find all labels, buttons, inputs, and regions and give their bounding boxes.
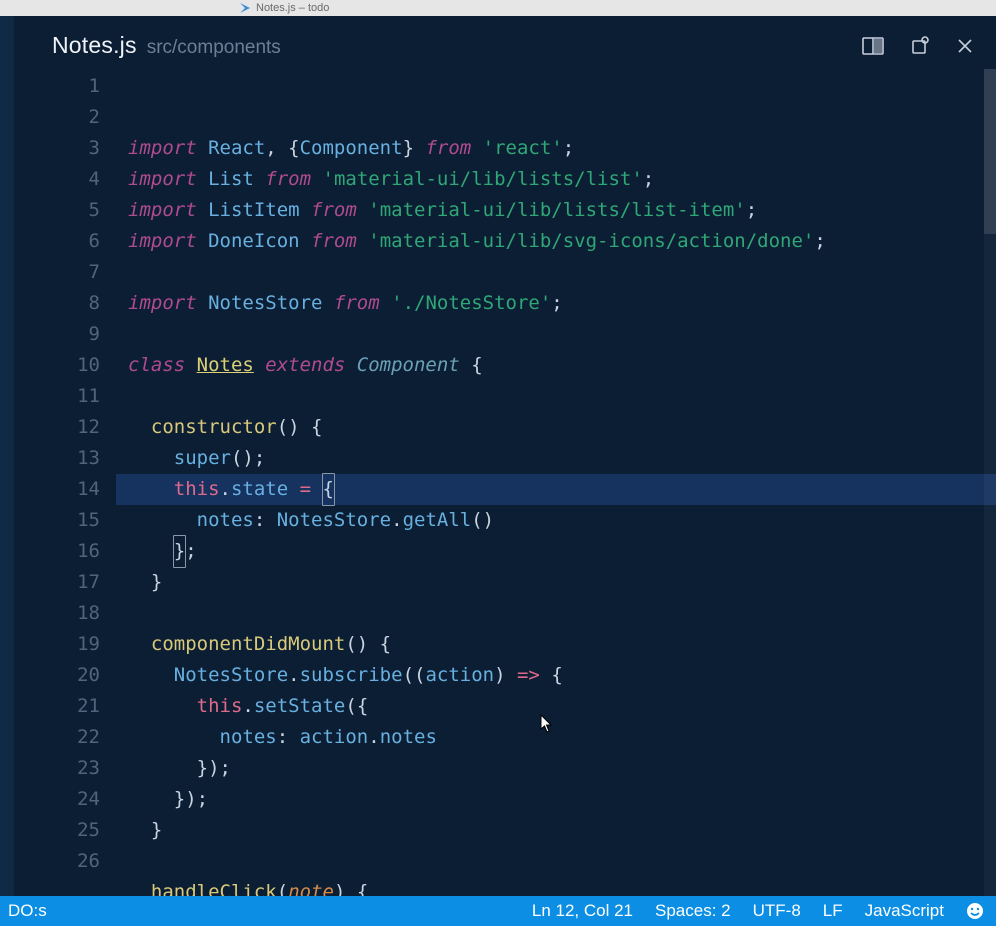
code-line[interactable]: import DoneIcon from 'material-ui/lib/sv… [116,226,996,257]
code-line[interactable]: notes: NotesStore.getAll() [116,505,996,536]
line-number: 25 [28,815,100,846]
editor-group: Notes.js src/components [28,16,996,896]
code-line[interactable]: } [116,567,996,598]
status-indentation[interactable]: Spaces: 2 [655,901,731,921]
window-tabstrip: Notes.js – todo [0,0,996,16]
line-number: 26 [28,846,100,877]
line-number: 7 [28,257,100,288]
code-line[interactable] [116,381,996,412]
line-number: 19 [28,629,100,660]
code-line[interactable]: this.setState({ [116,691,996,722]
status-cursor-position[interactable]: Ln 12, Col 21 [532,901,633,921]
code-line[interactable]: import ListItem from 'material-ui/lib/li… [116,195,996,226]
show-opened-editors-icon[interactable] [908,35,930,57]
code-line[interactable]: import NotesStore from './NotesStore'; [116,288,996,319]
editor-header: Notes.js src/components [28,16,996,69]
status-language-mode[interactable]: JavaScript [865,901,944,921]
line-number: 1 [28,71,100,102]
line-number: 23 [28,753,100,784]
code-line[interactable]: }); [116,784,996,815]
code-line[interactable] [116,598,996,629]
line-number: 14 [28,474,100,505]
line-number: 24 [28,784,100,815]
split-editor-icon[interactable] [862,35,884,57]
code-line[interactable]: } [116,815,996,846]
editor-area: Notes.js src/components [0,16,996,896]
line-number: 18 [28,598,100,629]
code-line[interactable]: import List from 'material-ui/lib/lists/… [116,164,996,195]
status-feedback-icon[interactable] [966,902,984,920]
line-number: 12 [28,412,100,443]
window-tab-label: Notes.js – todo [256,2,329,14]
code-line[interactable]: import React, {Component} from 'react'; [116,133,996,164]
code-line[interactable]: class Notes extends Component { [116,350,996,381]
editor-title[interactable]: Notes.js src/components [52,32,281,59]
status-eol[interactable]: LF [823,901,843,921]
code-content[interactable]: import React, {Component} from 'react';i… [116,69,996,896]
close-editor-icon[interactable] [954,35,976,57]
line-number: 10 [28,350,100,381]
line-number: 22 [28,722,100,753]
code-line[interactable] [116,257,996,288]
line-number: 6 [28,226,100,257]
line-number: 16 [28,536,100,567]
window-tab[interactable]: Notes.js – todo [240,2,329,14]
editor-actions [862,35,982,57]
code-body[interactable]: 1234567891011121314151617181920212223242… [28,69,996,896]
code-line[interactable]: constructor() { [116,412,996,443]
line-number: 17 [28,567,100,598]
vertical-scrollbar[interactable] [984,69,996,896]
status-problems-label: DO:s [8,901,47,921]
line-number: 5 [28,195,100,226]
code-line[interactable] [116,319,996,350]
line-number: 8 [28,288,100,319]
line-number: 4 [28,164,100,195]
app-root: Notes.js – todo Notes.js src/components [0,0,996,926]
activity-bar-sliver [0,16,14,896]
code-line[interactable]: super(); [116,443,996,474]
code-line[interactable]: }); [116,753,996,784]
editor-filename: Notes.js [52,32,137,59]
line-number: 11 [28,381,100,412]
line-number: 15 [28,505,100,536]
code-line[interactable]: NotesStore.subscribe((action) => { [116,660,996,691]
line-number: 3 [28,133,100,164]
line-number: 20 [28,660,100,691]
line-number: 21 [28,691,100,722]
code-line[interactable] [116,846,996,877]
line-number: 2 [28,102,100,133]
code-line[interactable]: handleClick(note) { [116,877,996,896]
code-line[interactable]: this.state = { [116,474,996,505]
line-number-gutter: 1234567891011121314151617181920212223242… [28,69,116,896]
vscode-icon [240,3,250,13]
code-line[interactable]: componentDidMount() { [116,629,996,660]
code-line[interactable]: notes: action.notes [116,722,996,753]
code-line[interactable]: }; [116,536,996,567]
status-encoding[interactable]: UTF-8 [753,901,801,921]
editor-path: src/components [147,37,281,59]
status-bar: DO:s Ln 12, Col 21 Spaces: 2 UTF-8 LF Ja… [0,896,996,926]
line-number: 13 [28,443,100,474]
line-number: 9 [28,319,100,350]
status-problems[interactable]: DO:s [8,901,47,921]
